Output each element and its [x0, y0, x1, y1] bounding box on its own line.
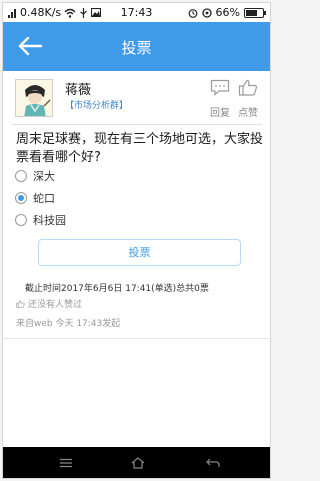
- nav-bar: 投票: [3, 22, 270, 71]
- content-divider: [3, 338, 270, 339]
- author-name[interactable]: 蒋薇: [65, 79, 91, 98]
- alarm-icon: [188, 8, 197, 18]
- vote-post: 蒋薇 【市场分析群】 回复 点赞 周末足球赛，现在有三个场地可选，大家投票看看哪…: [3, 71, 270, 331]
- like-button[interactable]: 点赞: [235, 79, 261, 119]
- vote-button[interactable]: 投票: [38, 239, 241, 266]
- menu-icon: [60, 458, 72, 467]
- status-bar: 0.48K/s 17:43 66%: [3, 3, 270, 22]
- post-source: 来自web 今天 17:43发起: [16, 319, 121, 329]
- group-link[interactable]: 【市场分析群】: [65, 98, 128, 111]
- menu-button[interactable]: [46, 447, 86, 478]
- radio-option-2[interactable]: [15, 192, 27, 204]
- home-button[interactable]: [118, 447, 158, 478]
- page-title: 投票: [121, 39, 152, 57]
- system-nav-bar: [3, 447, 270, 478]
- thumbs-up-icon: [238, 79, 258, 96]
- option-1-label: 深大: [33, 170, 55, 183]
- header-divider: [11, 124, 262, 125]
- deadline-text: 截止时间2017年6月6日 17:41(单选)总共0票: [25, 284, 209, 294]
- sync-icon: [201, 7, 212, 18]
- poll-option-2[interactable]: 蛇口: [15, 189, 55, 207]
- back-nav-button[interactable]: [193, 447, 233, 478]
- poll-question: 周末足球赛，现在有三个场地可选，大家投票看看哪个好?: [16, 132, 264, 165]
- radio-option-3[interactable]: [15, 214, 27, 226]
- likes-summary: 还没有人赞过: [16, 297, 82, 310]
- avatar-illustration: [16, 80, 52, 116]
- like-label: 点赞: [238, 108, 258, 119]
- home-icon: [131, 456, 145, 469]
- likes-text: 还没有人赞过: [28, 300, 83, 310]
- radio-option-1[interactable]: [15, 170, 27, 182]
- poll-option-1[interactable]: 深大: [15, 167, 55, 185]
- phone-screen: 0.48K/s 17:43 66% 投票 蒋薇 【市场分析群】 回复 点赞 周末…: [2, 2, 271, 479]
- reply-label: 回复: [210, 108, 230, 119]
- option-2-label: 蛇口: [33, 192, 55, 205]
- battery-icon: [244, 7, 266, 18]
- status-right: 66%: [188, 6, 266, 19]
- thumbs-up-small-icon: [16, 299, 25, 308]
- option-3-label: 科技园: [33, 214, 66, 227]
- avatar[interactable]: [15, 79, 53, 117]
- reply-button[interactable]: 回复: [207, 79, 233, 119]
- comment-icon: [210, 79, 230, 96]
- poll-option-3[interactable]: 科技园: [15, 211, 66, 229]
- battery-percent: 66%: [215, 6, 240, 19]
- battery-fill: [246, 9, 257, 16]
- return-icon: [206, 458, 220, 467]
